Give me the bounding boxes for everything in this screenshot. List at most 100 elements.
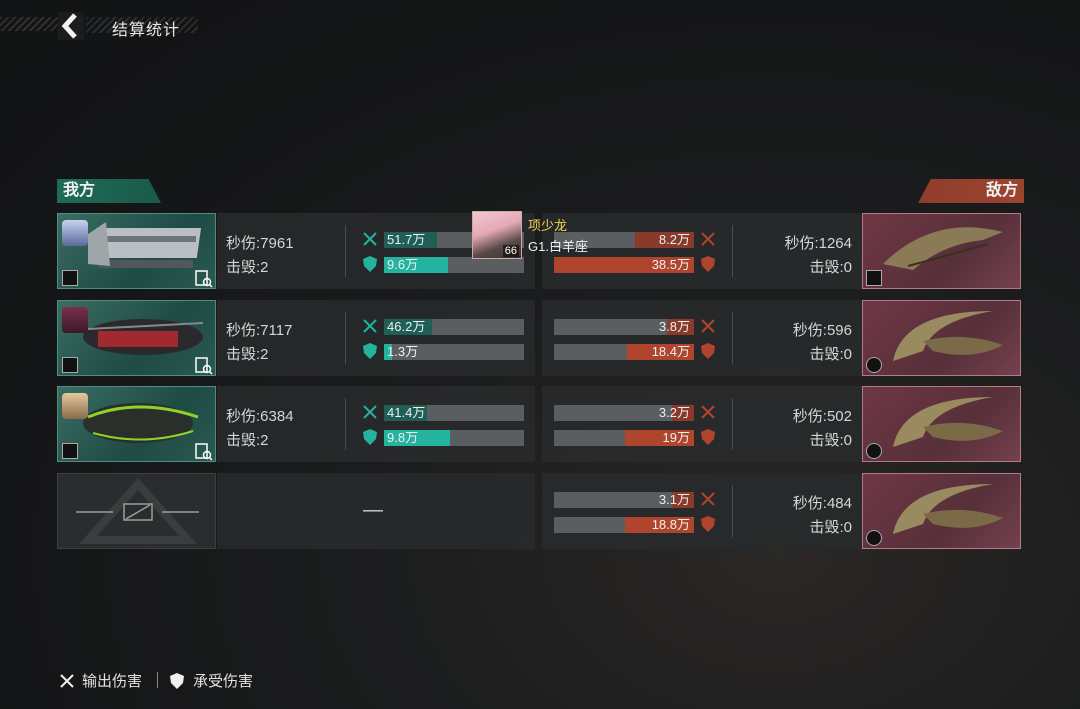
taken-value: 9.6万 bbox=[387, 257, 419, 272]
enemy-ship-card[interactable] bbox=[862, 213, 1021, 289]
shield-badge-icon bbox=[62, 270, 78, 286]
captain-name: 项少龙 bbox=[528, 218, 568, 233]
shield-icon bbox=[701, 343, 715, 359]
enemy-ship-card[interactable] bbox=[862, 300, 1021, 376]
our-side-tab: 我方 bbox=[57, 179, 161, 203]
damage-value: 3.1万 bbox=[658, 492, 690, 507]
details-search-icon[interactable] bbox=[195, 357, 213, 375]
divider bbox=[345, 398, 346, 450]
captain-subtitle: G1.白羊座 bbox=[528, 239, 588, 254]
crossed-swords-icon bbox=[363, 405, 377, 419]
crossed-swords-icon bbox=[701, 492, 715, 506]
crossed-swords-icon bbox=[701, 232, 715, 246]
divider bbox=[732, 312, 733, 364]
crossed-swords-icon bbox=[60, 674, 74, 688]
empty-dash: — bbox=[363, 499, 383, 521]
taken-value: 19万 bbox=[662, 430, 690, 445]
shield-icon bbox=[701, 256, 715, 272]
shield-icon bbox=[170, 673, 184, 689]
crossed-swords-icon bbox=[701, 405, 715, 419]
damage-value: 41.4万 bbox=[387, 405, 426, 420]
captain-level: 66 bbox=[502, 245, 519, 257]
divider bbox=[732, 398, 733, 450]
damage-bar: 3.2万 bbox=[554, 405, 694, 421]
dps-stat: 秒伤:1264 bbox=[784, 235, 852, 252]
back-arrow-icon[interactable] bbox=[58, 12, 84, 40]
empty-slot-icon bbox=[76, 477, 199, 544]
alien-ship-image bbox=[893, 484, 1003, 534]
taken-bar: 38.5万 bbox=[554, 257, 694, 273]
captain-avatar bbox=[62, 307, 88, 333]
kills-stat: 击毁:0 bbox=[809, 259, 852, 276]
crossed-swords-icon bbox=[363, 319, 377, 333]
taken-bar: 18.8万 bbox=[554, 517, 694, 533]
dps-stat: 秒伤:484 bbox=[792, 495, 852, 512]
taken-value: 18.8万 bbox=[651, 517, 690, 532]
legend-damage-taken: 承受伤害 bbox=[193, 673, 254, 690]
damage-bar: 46.2万 bbox=[384, 319, 524, 335]
details-search-icon[interactable] bbox=[195, 270, 213, 288]
target-badge-icon bbox=[866, 530, 882, 546]
damage-value: 3.2万 bbox=[658, 405, 690, 420]
crossed-swords-icon bbox=[363, 232, 377, 246]
alien-ship-image bbox=[893, 397, 1003, 447]
shield-badge-icon bbox=[62, 443, 78, 459]
shield-badge-icon bbox=[62, 357, 78, 373]
target-badge-icon bbox=[866, 443, 882, 459]
taken-bar: 1.3万 bbox=[384, 344, 524, 360]
dps-stat: 秒伤:7117 bbox=[226, 322, 293, 339]
our-ship-card[interactable] bbox=[57, 386, 216, 462]
dps-stat: 秒伤:7961 bbox=[226, 235, 294, 252]
taken-value: 9.8万 bbox=[387, 430, 419, 445]
divider bbox=[345, 312, 346, 364]
divider bbox=[732, 225, 733, 277]
damage-value: 3.8万 bbox=[658, 319, 690, 334]
enemy-ship-card[interactable] bbox=[862, 473, 1021, 549]
captain-tooltip: 66 项少龙 G1.白羊座 bbox=[472, 211, 607, 259]
damage-value: 46.2万 bbox=[387, 319, 426, 334]
kills-stat: 击毁:2 bbox=[226, 259, 269, 276]
taken-value: 38.5万 bbox=[651, 257, 690, 272]
taken-bar: 19万 bbox=[554, 430, 694, 446]
taken-value: 18.4万 bbox=[651, 344, 690, 359]
enemy-ship-row: 3.1万 18.8万 秒伤:484 击毁:0 bbox=[542, 473, 1022, 549]
kills-stat: 击毁:0 bbox=[809, 519, 852, 536]
our-ship-card[interactable] bbox=[57, 300, 216, 376]
empty-ship-slot[interactable] bbox=[57, 473, 216, 549]
crossed-swords-icon bbox=[701, 319, 715, 333]
kills-stat: 击毁:2 bbox=[226, 346, 269, 363]
details-search-icon[interactable] bbox=[195, 443, 213, 461]
shield-icon bbox=[701, 516, 715, 532]
shield-icon bbox=[363, 429, 377, 445]
dps-stat: 秒伤:6384 bbox=[226, 408, 294, 425]
damage-bar: 3.8万 bbox=[554, 319, 694, 335]
enemy-ship-card[interactable] bbox=[862, 386, 1021, 462]
top-bar: 结算统计 bbox=[0, 0, 200, 48]
decor-hatch bbox=[0, 17, 60, 31]
divider bbox=[732, 485, 733, 537]
enemy-ship-row: 3.8万 18.4万 秒伤:596 击毁:0 bbox=[542, 300, 1022, 376]
legend-damage-out: 输出伤害 bbox=[82, 673, 143, 690]
taken-bar: 18.4万 bbox=[554, 344, 694, 360]
page-title: 结算统计 bbox=[112, 22, 181, 39]
divider bbox=[345, 225, 346, 277]
taken-value: 1.3万 bbox=[387, 344, 419, 359]
taken-bar: 9.8万 bbox=[384, 430, 524, 446]
our-ship-card[interactable] bbox=[57, 213, 216, 289]
alien-ship-image bbox=[893, 311, 1003, 361]
alien-ship-image bbox=[883, 227, 1003, 270]
enemy-side-tab: 敌方 bbox=[918, 179, 1024, 203]
captain-avatar bbox=[62, 220, 88, 246]
damage-bar: 41.4万 bbox=[384, 405, 524, 421]
enemy-ship-row: 8.2万 38.5万 秒伤:1264 击毁:0 bbox=[542, 213, 1022, 289]
our-ship-row: 秒伤:7961 击毁:2 51.7万 9.6万 bbox=[57, 213, 535, 289]
dps-stat: 秒伤:596 bbox=[792, 322, 852, 339]
captain-portrait: 66 bbox=[472, 211, 522, 259]
our-ship-row: 秒伤:7117 击毁:2 46.2万 1.3万 bbox=[57, 300, 535, 376]
enemy-ship-row: 3.2万 19万 秒伤:502 击毁:0 bbox=[542, 386, 1022, 462]
shield-icon bbox=[701, 429, 715, 445]
damage-bar: 3.1万 bbox=[554, 492, 694, 508]
captain-avatar bbox=[62, 393, 88, 419]
our-ship-row: 秒伤:6384 击毁:2 41.4万 9.8万 bbox=[57, 386, 535, 462]
taken-bar: 9.6万 bbox=[384, 257, 524, 273]
